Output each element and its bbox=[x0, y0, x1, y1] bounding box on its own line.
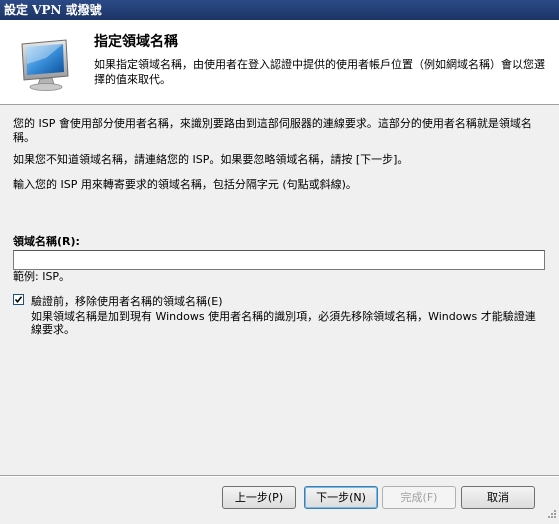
finish-button: 完成(F) bbox=[382, 486, 456, 509]
page-description: 如果指定領域名稱，由使用者在登入認證中提供的使用者帳戶位置（例如網域名稱）會以您… bbox=[94, 58, 545, 86]
remove-realm-description: 如果領域名稱是加到現有 Windows 使用者名稱的識別項，必須先移除領域名稱，… bbox=[31, 310, 536, 336]
cancel-button[interactable]: 取消 bbox=[461, 486, 535, 509]
wizard-header: 指定領域名稱 如果指定領域名稱，由使用者在登入認證中提供的使用者帳戶位置（例如網… bbox=[0, 20, 559, 105]
monitor-icon bbox=[16, 38, 78, 92]
realm-example-text: 範例: ISP。 bbox=[13, 270, 71, 283]
next-button[interactable]: 下一步(N) bbox=[304, 486, 378, 509]
resize-grip-icon[interactable] bbox=[546, 508, 557, 522]
info-paragraph-realm: 您的 ISP 會使用部分使用者名稱，來識別要路由到這部伺服器的連線要求。這部分的… bbox=[13, 117, 532, 144]
realm-name-input[interactable] bbox=[13, 250, 545, 270]
realm-name-label: 領域名稱(R): bbox=[13, 235, 80, 248]
remove-realm-checkbox-label[interactable]: 驗證前，移除使用者名稱的領域名稱(E) bbox=[31, 293, 223, 309]
window-title: 設定 VPN 或撥號 bbox=[4, 3, 102, 17]
footer-divider bbox=[0, 475, 559, 477]
info-paragraph-contact-isp: 如果您不知道領域名稱，請連絡您的 ISP。如果要忽略領域名稱，請按 [下一步]。 bbox=[13, 153, 409, 166]
remove-realm-checkbox[interactable] bbox=[13, 294, 24, 305]
checkmark-icon bbox=[14, 296, 23, 304]
page-title: 指定領域名稱 bbox=[94, 34, 178, 50]
window-title-bar[interactable]: 設定 VPN 或撥號 bbox=[0, 0, 559, 20]
info-paragraph-enter-realm: 輸入您的 ISP 用來轉寄要求的領域名稱，包括分隔字元 (句點或斜線)。 bbox=[13, 178, 357, 191]
back-button[interactable]: 上一步(P) bbox=[222, 486, 296, 509]
